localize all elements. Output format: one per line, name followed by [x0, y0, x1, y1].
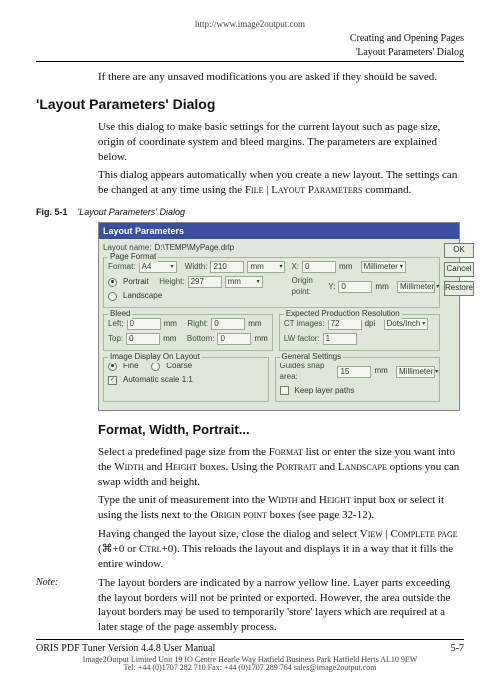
ct-dpi[interactable]: 72	[328, 318, 362, 330]
para-5: Having changed the layout size, close th…	[98, 527, 464, 572]
layout-name-value: D:\TEMP\MyPage.drlp	[154, 243, 234, 254]
bleed-top[interactable]: 0	[126, 333, 160, 345]
fine-radio[interactable]	[108, 362, 117, 371]
rule-bottom	[36, 639, 464, 640]
header-chapter: Creating and Opening Pages	[36, 32, 464, 46]
ct-unit-select[interactable]: Dots/Inch▾	[384, 318, 429, 330]
note-label: Note:	[36, 576, 98, 635]
rule-top	[36, 61, 464, 62]
height-unit[interactable]: mm▾	[225, 276, 263, 288]
restore-button[interactable]: Restore	[444, 281, 474, 296]
group-general: General Settings Guides snap area:15mm M…	[275, 357, 441, 402]
format-select[interactable]: A4▾	[139, 261, 177, 273]
heading-layout-parameters: 'Layout Parameters' Dialog	[36, 95, 464, 114]
para-3: Select a predefined page size from the F…	[98, 445, 464, 490]
ok-button[interactable]: OK	[444, 243, 474, 258]
unit-select-x[interactable]: Millimeter▾	[361, 261, 406, 273]
footer-address: Image2Output Limited Unit 19 IO Centre H…	[36, 656, 464, 665]
footer-left: ORIS PDF Tuner Version 4.4.8 User Manual	[36, 642, 215, 656]
landscape-radio[interactable]	[108, 292, 117, 301]
width-input[interactable]: 210	[210, 261, 244, 273]
heading-format-width: Format, Width, Portrait...	[98, 421, 464, 439]
dialog-title: Layout Parameters	[99, 223, 459, 239]
keep-paths-check[interactable]	[280, 386, 289, 395]
group-resolution: Expected Production Resolution CT images…	[279, 314, 440, 351]
para-2: This dialog appears automatically when y…	[98, 168, 464, 198]
bleed-right[interactable]: 0	[211, 318, 245, 330]
footer-page: 5-7	[451, 642, 464, 656]
header-section: 'Layout Parameters' Dialog	[36, 46, 464, 60]
bleed-bottom[interactable]: 0	[217, 333, 251, 345]
intro-text: If there are any unsaved modifications y…	[98, 70, 464, 85]
lw-factor[interactable]: 1	[323, 333, 357, 345]
layout-parameters-dialog: Layout Parameters Layout name: D:\TEMP\M…	[98, 222, 460, 411]
footer-contact: Tel: +44 (0)1707 282 710 Fax: +44 (0)170…	[36, 664, 464, 673]
source-url: http://www.image2output.com	[36, 18, 464, 30]
portrait-radio[interactable]	[108, 278, 117, 287]
width-unit[interactable]: mm▾	[247, 261, 285, 273]
group-page-format: Page Format Format:A4▾ Width:210mm▾ Port…	[103, 257, 440, 308]
menu-path: File | Layout Parameters	[245, 184, 363, 196]
origin-y[interactable]: 0	[338, 281, 372, 293]
para-4: Type the unit of measurement into the Wi…	[98, 493, 464, 523]
para-1: Use this dialog to make basic settings f…	[98, 120, 464, 165]
autoscale-check[interactable]	[108, 376, 117, 385]
height-input[interactable]: 297	[188, 276, 222, 288]
guides-unit-select[interactable]: Millimeter▾	[396, 366, 435, 378]
group-bleed: Bleed Left:0mm Right:0mm Top:0mm Bottom:…	[103, 314, 273, 351]
origin-x[interactable]: 0	[302, 261, 336, 273]
bleed-left[interactable]: 0	[127, 318, 161, 330]
guides-snap[interactable]: 15	[337, 366, 371, 378]
coarse-radio[interactable]	[151, 362, 160, 371]
group-image-display: Image Display On Layout Fine Coarse Auto…	[103, 357, 269, 402]
cancel-button[interactable]: Cancel	[444, 262, 474, 277]
note-block: Note: The layout borders are indicated b…	[36, 576, 464, 635]
figure-caption: Fig. 5-1 'Layout Parameters' Dialog	[36, 206, 464, 218]
unit-select-y[interactable]: Millimeter▾	[397, 281, 435, 293]
note-text: The layout borders are indicated by a na…	[98, 576, 464, 635]
